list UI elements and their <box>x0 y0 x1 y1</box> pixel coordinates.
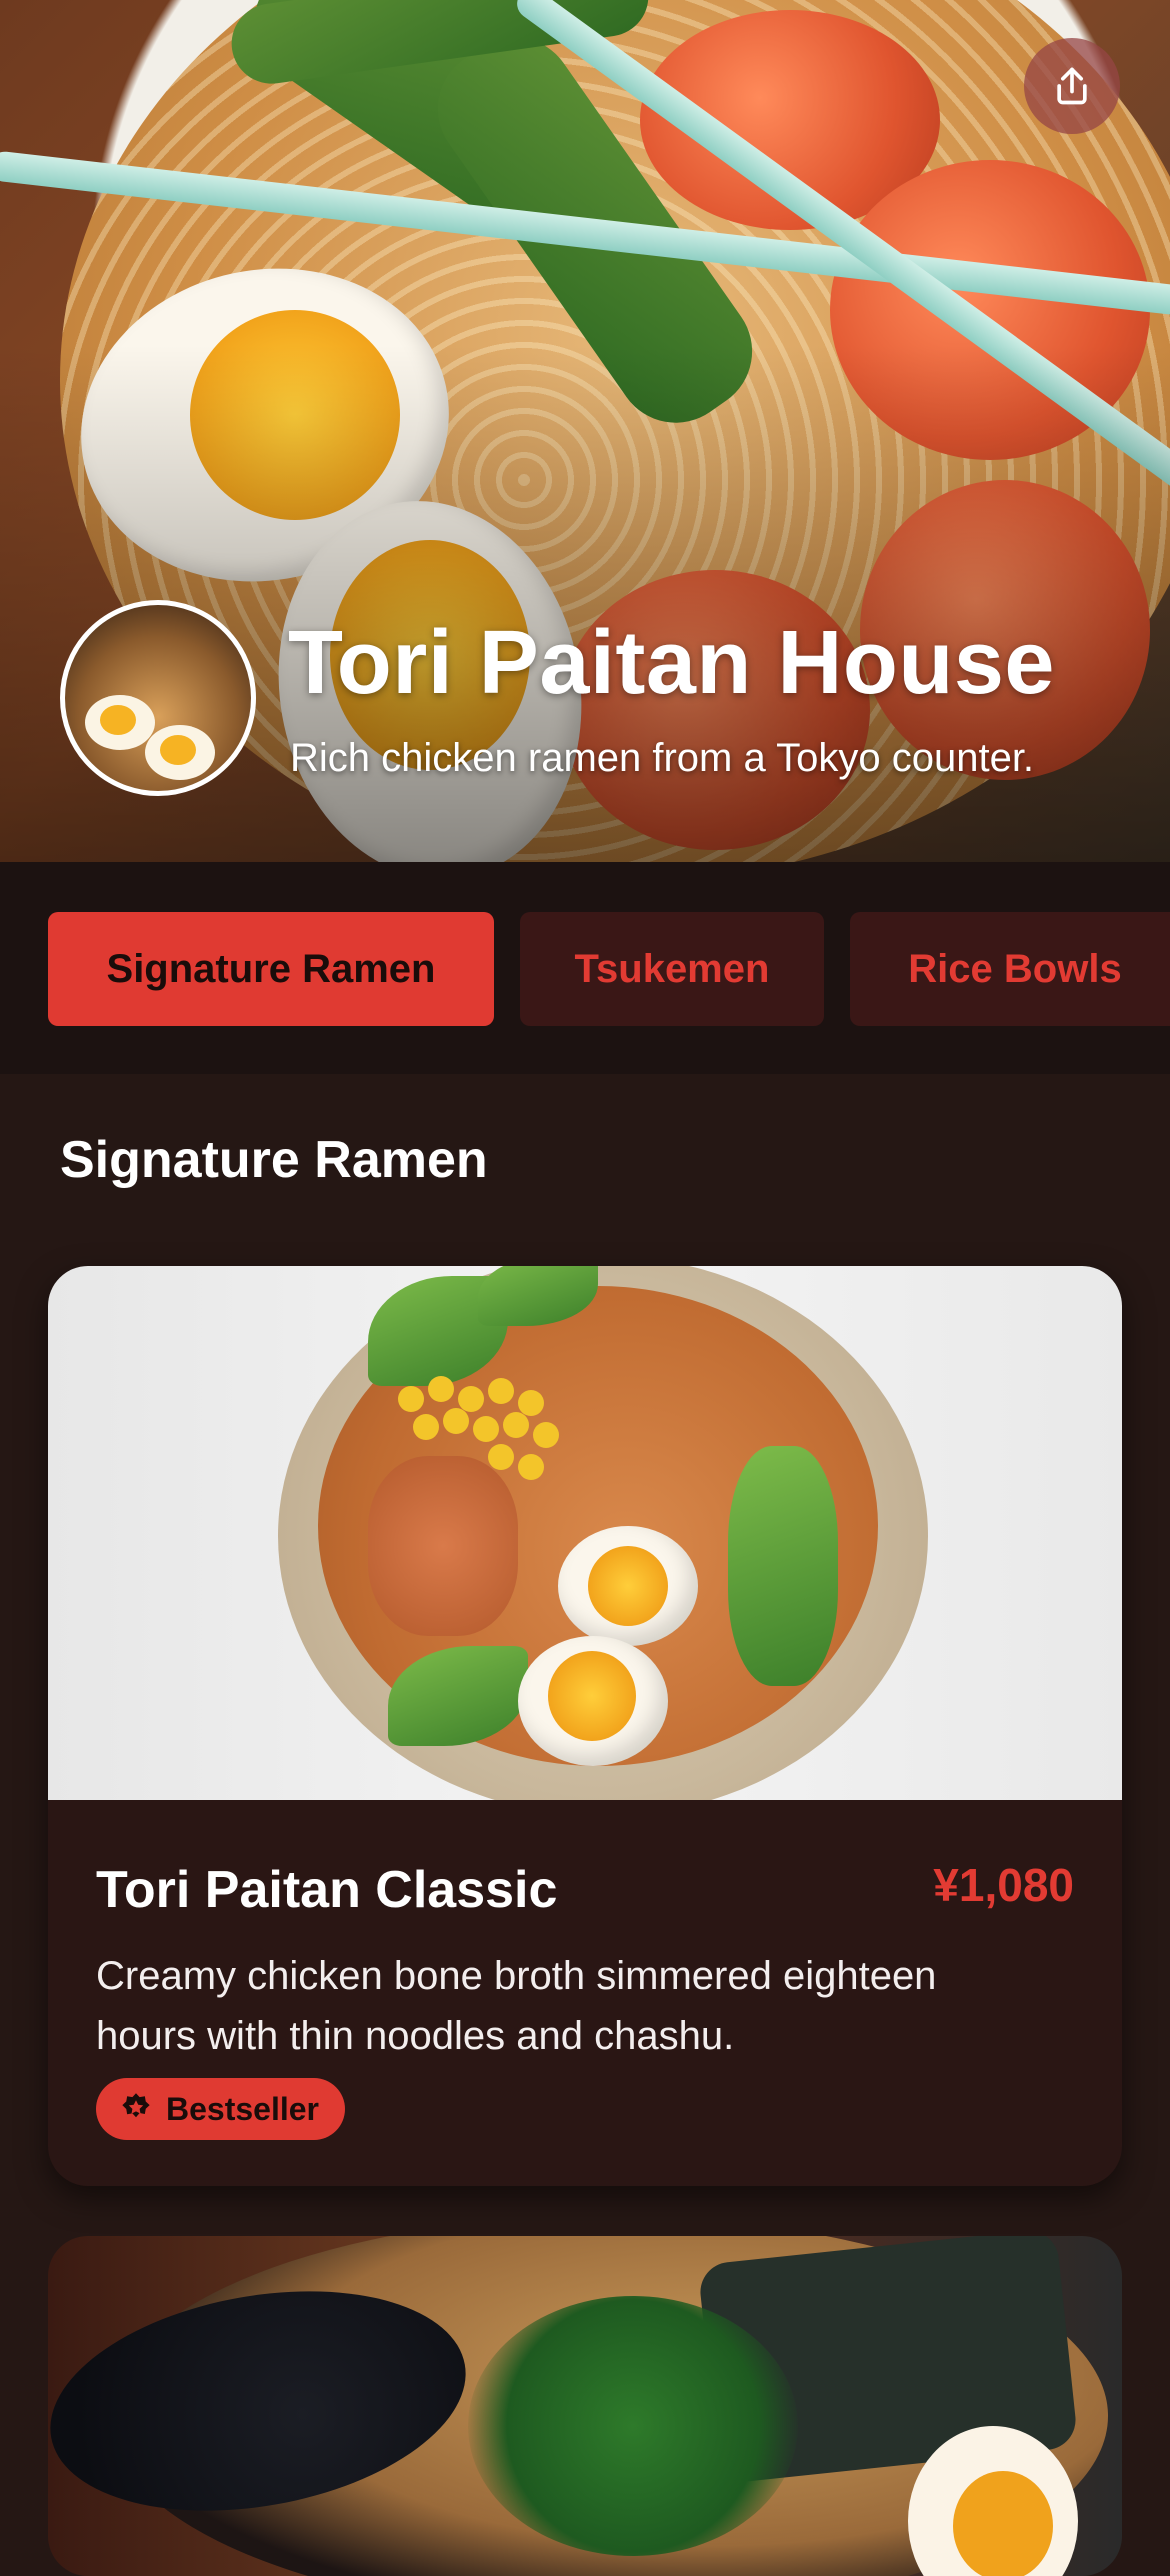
tab-tsukemen[interactable]: Tsukemen <box>520 912 824 1026</box>
section-title: Signature Ramen <box>60 1131 488 1189</box>
bestseller-badge: Bestseller <box>96 2078 345 2140</box>
restaurant-avatar <box>60 600 256 796</box>
share-button[interactable] <box>1024 38 1120 134</box>
dish-photo <box>48 1266 1122 1800</box>
category-tabs: Signature Ramen Tsukemen Rice Bowls <box>0 862 1170 1074</box>
tab-rice-bowls[interactable]: Rice Bowls <box>850 912 1170 1026</box>
menu-item-card[interactable]: Tori Paitan Classic ¥1,080 Creamy chicke… <box>48 1266 1122 2186</box>
restaurant-name: Tori Paitan House <box>288 613 1055 713</box>
dish-details: Tori Paitan Classic ¥1,080 Creamy chicke… <box>48 1800 1122 2186</box>
badge-star-icon <box>122 2093 150 2118</box>
dish-price: ¥1,080 <box>933 1859 1074 1911</box>
share-icon <box>1057 67 1087 105</box>
restaurant-tagline: Rich chicken ramen from a Tokyo counter. <box>290 736 1035 780</box>
hero-banner: Tori Paitan House Rich chicken ramen fro… <box>0 0 1170 862</box>
menu-item-card-next[interactable] <box>48 2236 1122 2576</box>
badge-label: Bestseller <box>166 2090 319 2127</box>
dish-description: Creamy chicken bone broth simmered eight… <box>96 1954 937 2058</box>
tab-signature-ramen[interactable]: Signature Ramen <box>48 912 494 1026</box>
dish-name: Tori Paitan Classic <box>96 1861 558 1919</box>
